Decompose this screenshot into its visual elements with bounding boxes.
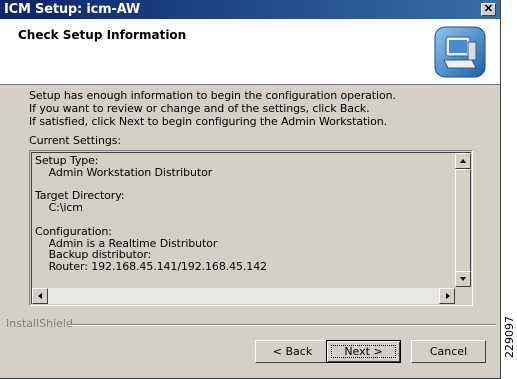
- window-title: ICM Setup: icm-AW: [4, 2, 141, 17]
- current-settings-label: Current Settings:: [29, 134, 121, 147]
- settings-viewport: Setup Type: Admin Workstation Distributo…: [31, 152, 471, 304]
- back-button-label: < Back: [272, 345, 313, 358]
- current-settings-box[interactable]: Setup Type: Admin Workstation Distributo…: [29, 150, 473, 306]
- footer-divider: [68, 324, 496, 326]
- back-button[interactable]: < Back: [255, 340, 330, 363]
- intro-line-2: If you want to review or change and of t…: [29, 102, 370, 115]
- cancel-button-label: Cancel: [429, 345, 468, 358]
- scroll-right-button[interactable]: [439, 288, 455, 304]
- focus-ring: [331, 345, 396, 358]
- vertical-scrollbar[interactable]: [455, 153, 471, 287]
- scroll-corner: [455, 288, 471, 304]
- page-title: Check Setup Information: [18, 28, 187, 42]
- computer-setup-icon: [434, 26, 486, 78]
- close-button[interactable]: ✕: [481, 3, 496, 16]
- arrow-right-icon: [446, 293, 450, 299]
- next-button[interactable]: Next >: [326, 340, 401, 363]
- scroll-up-button[interactable]: [455, 153, 471, 169]
- vertical-scroll-thumb[interactable]: [455, 169, 471, 273]
- setup-dialog: ICM Setup: icm-AW ✕ Check Setup Informat…: [0, 0, 501, 379]
- arrow-up-icon: [460, 159, 466, 163]
- intro-line-3: If satisfied, click Next to begin config…: [29, 115, 388, 128]
- scroll-down-button[interactable]: [455, 271, 471, 287]
- close-icon: ✕: [483, 3, 494, 15]
- installshield-label: InstallShield: [6, 317, 73, 330]
- cancel-button[interactable]: Cancel: [411, 340, 486, 363]
- arrow-down-icon: [460, 277, 466, 281]
- scroll-left-button[interactable]: [32, 288, 48, 304]
- settings-text: Setup Type: Admin Workstation Distributo…: [35, 154, 268, 274]
- figure-id: 229097: [503, 316, 516, 358]
- dialog-header: Check Setup Information: [0, 19, 500, 85]
- arrow-left-icon: [38, 293, 42, 299]
- horizontal-scrollbar[interactable]: [32, 288, 455, 304]
- title-bar[interactable]: ICM Setup: icm-AW ✕: [0, 0, 500, 19]
- intro-line-1: Setup has enough information to begin th…: [29, 89, 396, 102]
